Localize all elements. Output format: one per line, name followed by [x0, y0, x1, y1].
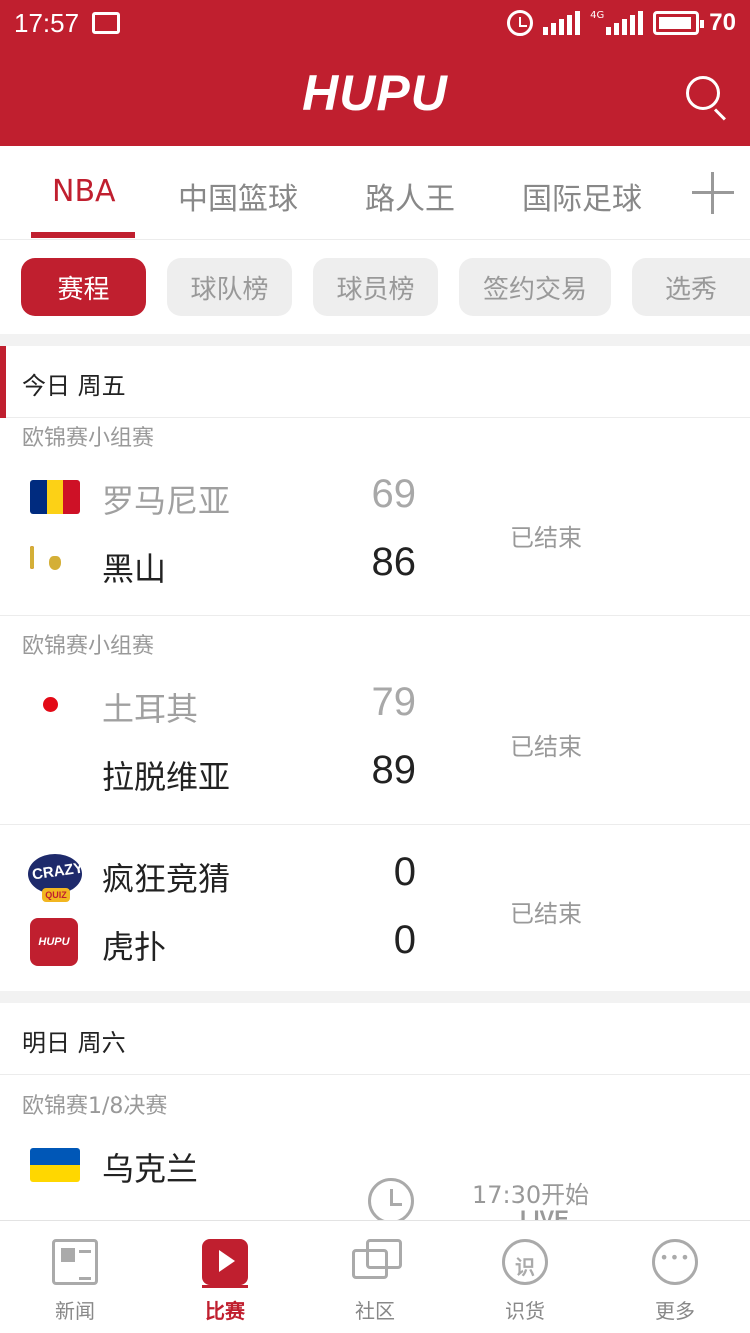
status-bar: 17:57 4G 70: [0, 0, 750, 48]
network-type: 4G: [590, 9, 605, 21]
divider: [0, 615, 750, 616]
montenegro-flag-icon: [30, 546, 34, 569]
tab-street-king[interactable]: 路人王: [365, 174, 455, 218]
nav-label: 新闻: [55, 1299, 95, 1323]
match-status: 已结束: [510, 524, 582, 552]
signal-icon-2: [606, 11, 644, 35]
home-team-row: CRAZY QUIZ 疯狂竞猜 0: [0, 850, 750, 906]
day-header-tomorrow: 明日 周六: [0, 1003, 750, 1075]
battery-icon: [653, 11, 705, 35]
away-team-row: 拉脱维亚 89: [0, 748, 750, 804]
tab-china-basketball[interactable]: 中国篮球: [178, 174, 298, 218]
section-gap: [0, 334, 750, 346]
team-score: 69: [371, 472, 417, 516]
day-header-today: 今日 周五: [0, 346, 750, 418]
crazy-quiz-logo-icon: CRAZY QUIZ: [28, 850, 85, 902]
subtab-transactions[interactable]: 签约交易: [459, 258, 611, 316]
league-name: 欧锦赛小组赛: [22, 426, 155, 451]
bottom-navigation: 新闻 比赛 社区 识 识货 更多: [0, 1220, 750, 1333]
add-tab-button[interactable]: [692, 172, 734, 214]
league-name: 欧锦赛小组赛: [22, 634, 155, 659]
search-button[interactable]: [684, 74, 728, 121]
nav-games[interactable]: 比赛: [150, 1221, 300, 1333]
team-score: 86: [371, 540, 417, 584]
active-tab-indicator: [31, 232, 135, 238]
nav-more[interactable]: 更多: [600, 1221, 750, 1333]
subtab-schedule[interactable]: 赛程: [21, 258, 146, 316]
tab-nba[interactable]: NBA: [52, 174, 116, 209]
team-name: 虎扑: [102, 928, 167, 966]
match-status: 已结束: [510, 733, 582, 761]
home-team-row: 罗马尼亚 69: [0, 472, 750, 528]
team-score: 89: [371, 748, 417, 792]
team-name: 土耳其: [102, 690, 199, 728]
divider: [0, 824, 750, 825]
ukraine-flag-icon: [30, 1148, 80, 1182]
team-name: 乌克兰: [102, 1150, 199, 1188]
shihuo-icon: 识: [502, 1239, 548, 1285]
battery-level: 70: [709, 9, 736, 36]
home-team-row: ★ 土耳其 79: [0, 680, 750, 736]
app-header: 17:57 4G 70 HUPU: [0, 0, 750, 146]
chat-bubbles-icon: [352, 1239, 402, 1285]
more-dots-icon: [652, 1239, 698, 1285]
nav-community[interactable]: 社区: [300, 1221, 450, 1333]
team-score: 0: [393, 850, 416, 894]
alarm-icon: [507, 10, 534, 36]
nav-label: 更多: [655, 1299, 695, 1323]
away-team-row: HUPU 虎扑 0: [0, 918, 750, 974]
subtab-player-ranking[interactable]: 球员榜: [313, 258, 438, 316]
tab-international-football[interactable]: 国际足球: [522, 174, 642, 218]
romania-flag-icon: [30, 480, 80, 514]
section-gap: [0, 991, 750, 1003]
reminder-alarm-icon[interactable]: [368, 1178, 414, 1224]
status-icons: 4G 70: [507, 8, 736, 38]
category-tabs: NBA 中国篮球 路人王 国际足球: [0, 146, 750, 240]
team-name: 疯狂竞猜: [102, 860, 231, 898]
team-name: 黑山: [102, 550, 167, 588]
team-score: 0: [393, 918, 416, 962]
hupu-logo-icon: HUPU: [30, 918, 78, 966]
nav-label: 比赛: [205, 1299, 245, 1323]
match-status: 已结束: [510, 900, 582, 928]
signal-icon: [543, 11, 581, 35]
away-team-row: 黑山 86: [0, 540, 750, 596]
subtab-team-ranking[interactable]: 球队榜: [167, 258, 292, 316]
league-name: 欧锦赛1/8决赛: [22, 1094, 168, 1119]
nav-label: 识货: [505, 1299, 545, 1323]
play-icon-underline: [202, 1285, 248, 1288]
team-score: 79: [371, 680, 417, 724]
subtab-draft[interactable]: 选秀: [632, 258, 750, 316]
image-notification-icon: [92, 12, 120, 34]
day-marker: [0, 346, 6, 418]
sub-tabs: 赛程 球队榜 球员榜 签约交易 选秀: [0, 240, 750, 334]
team-name: 罗马尼亚: [102, 482, 231, 520]
newspaper-icon: [52, 1239, 98, 1285]
day-label: 明日 周六: [22, 1029, 126, 1057]
nav-news[interactable]: 新闻: [0, 1221, 150, 1333]
search-icon: [686, 76, 720, 110]
play-icon: [202, 1239, 248, 1285]
hupu-logo: HUPU: [302, 65, 448, 121]
day-label: 今日 周五: [22, 372, 126, 400]
nav-label: 社区: [355, 1299, 395, 1323]
nav-shihuo[interactable]: 识 识货: [450, 1221, 600, 1333]
status-time: 17:57: [14, 8, 80, 38]
team-name: 拉脱维亚: [102, 758, 231, 796]
match-start-time: 17:30开始: [472, 1181, 590, 1209]
